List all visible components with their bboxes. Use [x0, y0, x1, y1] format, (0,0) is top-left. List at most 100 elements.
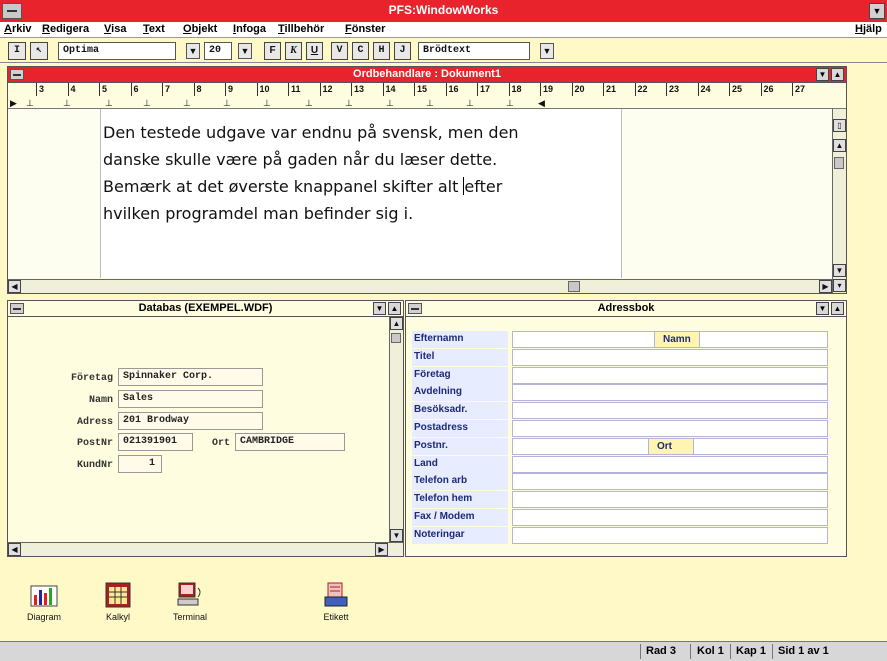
vertical-scrollbar[interactable]: ▯ ▲ ▼ ▾ [832, 109, 846, 293]
ruler-number: 16 [445, 83, 459, 96]
font-dropdown-icon[interactable]: ▼ [186, 43, 200, 59]
address-field-input[interactable] [512, 366, 828, 384]
address-field-input[interactable] [512, 348, 828, 366]
ruler-number: 13 [351, 83, 364, 96]
menu-text[interactable]: Text [143, 23, 165, 35]
scroll-thumb[interactable] [834, 157, 844, 169]
ruler-number: 8 [193, 83, 202, 96]
document-area[interactable]: Den testede udgave var endnu på svensk, … [8, 109, 832, 278]
minimize-icon[interactable]: ▼ [816, 68, 829, 81]
tab-stop-icon[interactable]: ⊥ [263, 98, 271, 109]
tab-stop-icon[interactable]: ⊥ [63, 98, 71, 109]
menu-infoga[interactable]: Infoga [233, 23, 266, 35]
address-field-input[interactable] [512, 420, 828, 437]
menu-objekt[interactable]: Objekt [183, 23, 217, 35]
zip-field[interactable]: 021391901 [118, 433, 193, 451]
align-right-button[interactable]: H [373, 42, 390, 60]
database-title: Databas (EXEMPEL.WDF) [138, 302, 273, 314]
scroll-left-icon[interactable]: ◀ [8, 280, 21, 293]
italic-button[interactable]: K [285, 42, 302, 60]
address-field-input[interactable] [512, 509, 828, 526]
ruler-number: 25 [729, 83, 742, 96]
ruler-number: 20 [571, 83, 585, 96]
scroll-down-icon[interactable]: ▼ [833, 264, 846, 277]
menu-hjalp[interactable]: Hjälp [855, 23, 882, 35]
text-cursor-tool-icon[interactable]: I [8, 42, 26, 60]
scroll-right-icon[interactable]: ▶ [375, 543, 388, 556]
page-icon[interactable]: ▯ [833, 119, 846, 132]
bold-button[interactable]: F [264, 42, 281, 60]
terminal-app-icon[interactable]: Terminal [160, 582, 220, 622]
menu-tillbehor[interactable]: Tillbehör [278, 23, 324, 35]
scroll-down-icon[interactable]: ▼ [390, 529, 403, 542]
vertical-scrollbar[interactable]: ▲ ▼ [389, 317, 403, 542]
tab-stop-icon[interactable]: ⊥ [143, 98, 151, 109]
customer-number-field[interactable]: 1 [118, 455, 162, 473]
menu-visa[interactable]: Visa [104, 23, 126, 35]
menu-redigera[interactable]: Redigera [42, 23, 89, 35]
scroll-right-icon[interactable]: ▶ [819, 280, 832, 293]
tab-stop-icon[interactable]: ⊥ [26, 98, 34, 109]
maximize-icon[interactable]: ▲ [831, 68, 844, 81]
horizontal-scrollbar[interactable]: ◀ ▶ [8, 542, 403, 556]
kalkyl-app-icon[interactable]: Kalkyl [88, 582, 148, 622]
address-field-label: Telefon arb [412, 473, 508, 491]
paragraph-style-field[interactable]: Brödtext [418, 42, 530, 60]
address-field-input[interactable] [512, 473, 828, 491]
word-processor-window: Ordbehandlare : Dokument1 ▼ ▲ 3 4 5 6 7 8 9 10 1… [7, 66, 847, 294]
window-menu-icon[interactable] [408, 303, 422, 314]
left-indent-marker-icon[interactable]: ▶ [10, 98, 17, 109]
name-field[interactable]: Sales [118, 390, 263, 408]
menu-fonster[interactable]: Fönster [345, 23, 385, 35]
company-field[interactable]: Spinnaker Corp. [118, 368, 263, 386]
ruler[interactable]: 3 4 5 6 7 8 9 10 11 12 13 14 15 16 17 18 19 20 21 22 23 24 25 2… [8, 83, 846, 109]
align-center-button[interactable]: C [352, 42, 369, 60]
address-book-title: Adressbok [597, 302, 655, 314]
address-field-input[interactable] [512, 526, 828, 544]
menu-arkiv[interactable]: Arkiv [4, 23, 32, 35]
align-left-button[interactable]: V [331, 42, 348, 60]
font-size-field[interactable]: 20 [204, 42, 232, 60]
scroll-left-icon[interactable]: ◀ [8, 543, 21, 556]
diagram-app-icon[interactable]: Diagram [14, 582, 74, 622]
etikett-app-icon[interactable]: Etikett [306, 582, 366, 622]
tab-stop-icon[interactable]: ⊥ [223, 98, 231, 109]
tab-stop-icon[interactable]: ⊥ [466, 98, 474, 109]
right-indent-marker-icon[interactable]: ◀ [538, 98, 545, 109]
underline-button[interactable]: U [306, 42, 323, 60]
scroll-thumb[interactable] [568, 281, 580, 292]
font-name-field[interactable]: Optima [58, 42, 176, 60]
tab-stop-icon[interactable]: ⊥ [345, 98, 353, 109]
address-field[interactable]: 201 Brodway [118, 412, 263, 430]
scroll-up-icon[interactable]: ▲ [390, 317, 403, 330]
tab-stop-icon[interactable]: ⊥ [386, 98, 394, 109]
window-menu-icon[interactable] [10, 69, 24, 80]
tab-stop-icon[interactable]: ⊥ [183, 98, 191, 109]
city-field[interactable]: CAMBRIDGE [235, 433, 345, 451]
justify-button[interactable]: J [394, 42, 411, 60]
address-field-input[interactable] [512, 455, 828, 473]
size-dropdown-icon[interactable]: ▼ [238, 43, 252, 59]
scroll-thumb[interactable] [391, 333, 401, 343]
address-field-label: Företag [412, 366, 508, 384]
address-field-input[interactable] [512, 384, 828, 402]
maximize-icon[interactable]: ▲ [388, 302, 401, 315]
spreadsheet-icon [105, 582, 131, 608]
window-menu-icon[interactable] [10, 303, 24, 314]
document-text[interactable]: Den testede udgave var endnu på svensk, … [103, 119, 543, 227]
maximize-icon[interactable]: ▲ [831, 302, 844, 315]
minimize-icon[interactable]: ▼ [816, 302, 829, 315]
page-down-icon[interactable]: ▾ [833, 279, 846, 292]
tab-stop-icon[interactable]: ⊥ [506, 98, 514, 109]
style-dropdown-icon[interactable]: ▼ [540, 43, 554, 59]
address-field-input[interactable] [512, 491, 828, 509]
tab-stop-icon[interactable]: ⊥ [426, 98, 434, 109]
minimize-icon[interactable]: ▼ [373, 302, 386, 315]
tab-stop-icon[interactable]: ⊥ [305, 98, 313, 109]
horizontal-scrollbar[interactable]: ◀ ▶ [8, 279, 832, 293]
scroll-up-icon[interactable]: ▲ [833, 139, 846, 152]
address-field-input[interactable] [512, 402, 828, 420]
tab-stop-icon[interactable]: ⊥ [105, 98, 113, 109]
pointer-tool-icon[interactable]: ↖ [30, 42, 48, 60]
minimize-icon[interactable]: ▼ [869, 3, 885, 19]
